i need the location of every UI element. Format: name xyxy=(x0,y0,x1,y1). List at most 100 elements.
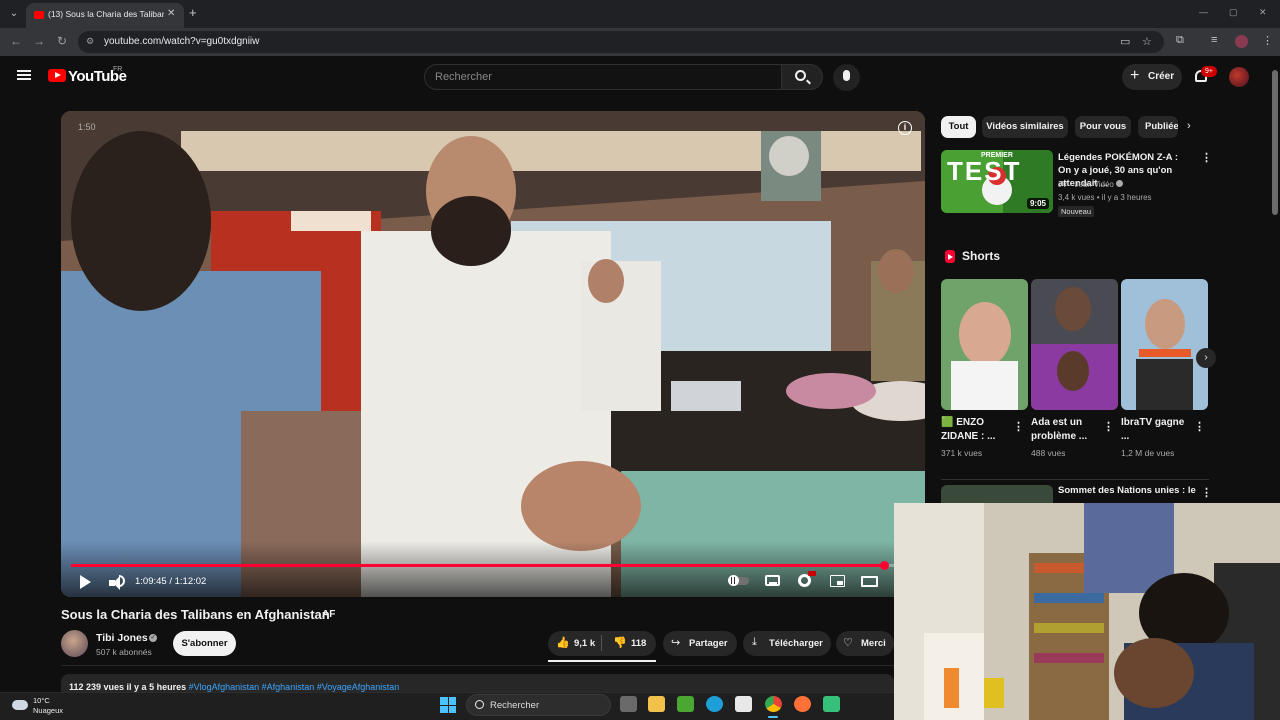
file-explorer-icon[interactable] xyxy=(648,696,665,712)
short-thumbnail[interactable] xyxy=(1121,279,1208,410)
short-title[interactable]: Ada est un problème ... xyxy=(1031,416,1099,444)
autoplay-toggle[interactable] xyxy=(728,575,749,586)
edge-icon[interactable] xyxy=(706,696,723,712)
active-app-indicator xyxy=(768,716,778,718)
tab-title: (13) Sous la Charia des Talibans en Afgh… xyxy=(48,9,164,19)
minimize-icon[interactable]: — xyxy=(1199,7,1208,17)
search-input[interactable]: Rechercher xyxy=(424,64,782,90)
download-button[interactable]: ⤓ Télécharger xyxy=(743,631,831,656)
like-count[interactable]: 9,1 k xyxy=(574,638,595,649)
subtitles-icon[interactable] xyxy=(765,575,780,586)
play-icon[interactable] xyxy=(80,575,91,589)
thumbs-down-icon[interactable]: 👎 xyxy=(613,636,627,649)
like-divider xyxy=(601,635,602,651)
short-views: 371 k vues xyxy=(941,448,983,458)
site-info-icon[interactable]: ⚙ xyxy=(86,36,94,47)
shorts-icon xyxy=(945,250,955,263)
video-player[interactable]: 1:50 i 1:09:45 / 1:12:02 xyxy=(61,111,925,597)
chip-for-you[interactable]: Pour vous xyxy=(1075,116,1131,138)
store-icon[interactable] xyxy=(735,696,752,712)
new-tab-icon[interactable]: + xyxy=(189,5,197,20)
thanks-button[interactable]: ♡ Merci xyxy=(836,631,894,656)
share-icon: ↪ xyxy=(671,637,681,649)
hd-badge-icon xyxy=(808,571,816,576)
recommended-channel-name[interactable]: JV - Jeux Vidéo xyxy=(1058,180,1114,189)
more-options-icon[interactable]: ⋮ xyxy=(1194,420,1205,433)
search-button[interactable] xyxy=(781,64,823,90)
youtube-logo-icon[interactable] xyxy=(48,69,66,82)
browser-tab[interactable]: (13) Sous la Charia des Talibans en Afgh… xyxy=(26,3,184,28)
menu-hamburger-icon[interactable] xyxy=(17,70,31,80)
bookmark-star-icon[interactable]: ☆ xyxy=(1142,35,1152,48)
short-thumbnail[interactable] xyxy=(941,279,1028,410)
plus-icon: + xyxy=(1130,67,1140,84)
chip-all[interactable]: Tout xyxy=(941,116,976,138)
next-thumbnail[interactable] xyxy=(941,485,1053,505)
cloud-icon[interactable] xyxy=(12,700,28,710)
chrome-icon[interactable] xyxy=(765,696,782,712)
reading-list-icon[interactable]: ≡ xyxy=(1211,34,1217,46)
nvidia-icon[interactable] xyxy=(677,696,694,712)
weather-temperature[interactable]: 10°C xyxy=(33,696,50,705)
create-button[interactable]: + Créer xyxy=(1122,64,1182,90)
extensions-icon[interactable]: ⧉ xyxy=(1176,34,1184,47)
windows-start-icon[interactable] xyxy=(440,697,456,713)
taskbar-search[interactable]: Rechercher xyxy=(466,694,611,716)
profile-avatar[interactable] xyxy=(1235,35,1248,48)
more-options-icon[interactable]: ⋮ xyxy=(1201,151,1212,164)
description-hashtags[interactable]: #VlogAfghanistan #Afghanistan #VoyageAfg… xyxy=(189,682,400,692)
back-icon[interactable]: ← xyxy=(10,34,22,48)
more-options-icon[interactable]: ⋮ xyxy=(1201,486,1212,499)
create-label: Créer xyxy=(1148,71,1175,82)
sidebar-separator xyxy=(941,479,1209,480)
shorts-next-icon[interactable]: › xyxy=(1196,348,1216,368)
youtube-header: YouTube FR Rechercher + Créer 9+ xyxy=(0,56,1270,98)
miniplayer-icon[interactable] xyxy=(830,575,845,587)
more-options-icon[interactable]: ⋮ xyxy=(1013,420,1024,433)
chip-related[interactable]: Vidéos similaires xyxy=(982,116,1068,138)
title-badge: AF xyxy=(322,609,336,620)
address-bar[interactable]: ⚙ youtube.com/watch?v=gu0txdgniiw ▭ ☆ xyxy=(78,31,1164,53)
share-button[interactable]: ↪ Partager xyxy=(663,631,737,656)
browser-tab-bar: ⌄ (13) Sous la Charia des Talibans en Af… xyxy=(0,0,1280,28)
channel-avatar[interactable] xyxy=(61,630,88,657)
recommended-thumbnail[interactable]: PREMIER TEST 9:05 xyxy=(941,150,1053,213)
task-view-icon[interactable] xyxy=(620,696,637,712)
description-text: 112 239 vues il y a 5 heures #VlogAfghan… xyxy=(69,682,399,692)
like-dislike-group: 👍 9,1 k 👎 118 xyxy=(548,631,656,656)
forward-icon[interactable]: → xyxy=(33,34,45,48)
dislike-count[interactable]: 118 xyxy=(631,638,646,649)
short-thumbnail[interactable] xyxy=(1031,279,1118,410)
subscribe-button[interactable]: S'abonner xyxy=(173,631,236,656)
account-avatar[interactable] xyxy=(1229,67,1249,87)
reload-icon[interactable]: ↻ xyxy=(57,34,67,48)
weather-condition[interactable]: Nuageux xyxy=(33,706,63,715)
controls-gradient xyxy=(61,541,925,597)
volume-icon[interactable] xyxy=(109,576,120,590)
next-video-title[interactable]: Sommet des Nations unies : le xyxy=(1058,485,1196,496)
more-options-icon[interactable]: ⋮ xyxy=(1103,420,1114,433)
info-icon[interactable]: i xyxy=(898,121,912,135)
short-title[interactable]: 🟩 ENZO ZIDANE : ... xyxy=(941,416,1009,444)
firefox-icon[interactable] xyxy=(794,696,811,712)
webcam-overlay xyxy=(894,503,1280,720)
chip-published[interactable]: Publiée xyxy=(1138,116,1178,138)
app-icon[interactable] xyxy=(823,696,840,712)
maximize-icon[interactable]: ▢ xyxy=(1229,7,1238,18)
thumbs-up-icon[interactable]: 👍 xyxy=(556,636,570,649)
short-art xyxy=(1031,279,1118,410)
theater-mode-icon[interactable] xyxy=(861,576,878,587)
short-title[interactable]: IbraTV gagne ... xyxy=(1121,416,1189,444)
chrome-menu-icon[interactable]: ⋮ xyxy=(1262,34,1273,47)
description-separator xyxy=(61,665,894,666)
tab-close-icon[interactable]: ✕ xyxy=(167,8,175,19)
close-window-icon[interactable]: ✕ xyxy=(1259,7,1267,18)
scrollbar-thumb[interactable] xyxy=(1272,70,1278,215)
voice-search-button[interactable] xyxy=(833,64,860,91)
cast-icon[interactable]: ▭ xyxy=(1120,35,1130,48)
progress-bar[interactable] xyxy=(71,561,911,570)
chips-next-icon[interactable]: › xyxy=(1187,120,1191,132)
tab-search-icon[interactable]: ⌄ xyxy=(6,6,22,22)
channel-name[interactable]: Tibi Jones xyxy=(96,632,148,644)
recommended-channel: JV - Jeux Vidéo xyxy=(1058,180,1124,189)
